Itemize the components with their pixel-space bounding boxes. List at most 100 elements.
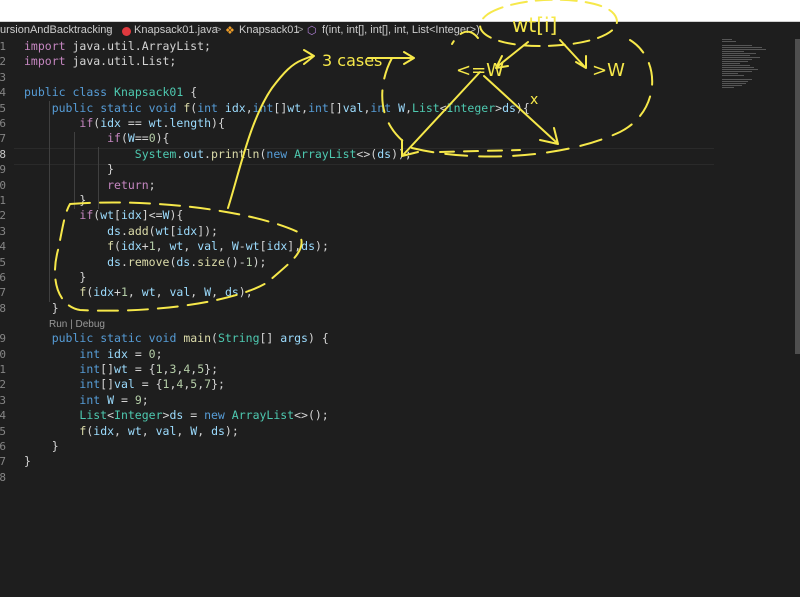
code-line[interactable]: public class Knapsack01 { <box>24 85 197 100</box>
line-number: 3 <box>0 393 6 407</box>
code-token: val <box>197 239 218 254</box>
code-token: , <box>141 423 156 438</box>
code-token: [] <box>259 331 281 346</box>
line-number: 1 <box>0 194 6 207</box>
code-token: String <box>217 331 260 346</box>
code-line[interactable]: f(idx+1, wt, val, W-wt[idx],ds); <box>24 239 329 254</box>
code-line[interactable]: } <box>24 301 59 316</box>
code-token: args <box>280 331 308 346</box>
code-token: wt <box>100 208 115 223</box>
code-token: - <box>238 239 246 254</box>
code-token: ds <box>211 423 225 438</box>
code-line[interactable]: f(idx, wt, val, W, ds); <box>24 423 239 439</box>
code-line[interactable]: if(idx == wt.length){ <box>24 116 224 131</box>
code-token: new <box>266 146 288 161</box>
code-token: ); <box>224 423 239 438</box>
code-line[interactable]: if(W==0){ <box>24 131 169 146</box>
code-token: = <box>183 408 205 423</box>
code-token: )); <box>391 146 412 161</box>
code-line[interactable]: if(wt[idx]<=W){ <box>24 208 183 223</box>
code-token: [ <box>259 239 267 254</box>
code-token: + <box>114 285 121 300</box>
code-line[interactable]: int[]val = {1,4,5,7}; <box>24 377 225 392</box>
code-token: wt <box>114 362 128 376</box>
code-token: 1 <box>120 285 128 300</box>
minimap-line <box>722 71 752 72</box>
line-number: 7 <box>0 132 6 146</box>
code-token: ds <box>107 254 121 269</box>
code-line[interactable]: import java.util.List; <box>24 54 176 69</box>
code-token: [] <box>100 377 115 392</box>
code-line[interactable]: ds.remove(ds.size()-1); <box>24 255 266 270</box>
class-icon: ❖ <box>225 25 235 37</box>
code-token: [] <box>100 362 115 376</box>
line-number: 2 <box>0 209 6 223</box>
breadcrumb-method[interactable]: f(int, int[], int[], int, List<Integer>) <box>322 24 480 36</box>
code-token: , <box>190 285 205 300</box>
minimap-line <box>722 59 752 60</box>
code-token: , <box>183 239 198 254</box>
code-line[interactable]: public static void main(String[] args) { <box>24 331 329 346</box>
code-token: , <box>127 285 142 300</box>
codelens-run-debug[interactable]: Run | Debug <box>49 319 105 330</box>
code-token: ds <box>107 223 121 238</box>
code-token: , <box>405 100 413 115</box>
code-token: System <box>134 146 177 161</box>
code-token: } <box>24 300 59 315</box>
line-number-gutter: 1234567890123456789012345678 <box>0 39 14 597</box>
line-number: 9 <box>0 163 6 177</box>
code-line[interactable]: } <box>24 193 86 208</box>
code-token: public <box>51 100 94 115</box>
code-token: Integer <box>446 100 496 115</box>
code-line[interactable]: ds.add(wt[idx]); <box>24 224 218 239</box>
code-line[interactable]: f(idx+1, wt, val, W, ds); <box>24 285 253 300</box>
code-token: static <box>100 331 142 346</box>
code-token: = <box>127 346 149 361</box>
code-line[interactable]: } <box>24 439 59 454</box>
breadcrumb-folder[interactable]: ursionAndBacktracking <box>0 24 113 36</box>
code-token: static <box>100 100 142 115</box>
breadcrumb-class[interactable]: Knapsack01 <box>239 24 300 36</box>
code-token: ); <box>238 285 253 300</box>
code-token: = { <box>127 362 156 376</box>
code-token: ( <box>148 223 156 238</box>
breadcrumb-file[interactable]: Knapsack01.java <box>134 24 218 36</box>
code-editor[interactable]: 1234567890123456789012345678 import java… <box>0 39 795 597</box>
code-line[interactable]: } <box>24 270 86 285</box>
code-token: , <box>211 285 225 300</box>
minimap-line <box>722 61 748 62</box>
code-token: if <box>107 131 121 146</box>
code-line[interactable]: } <box>24 162 114 177</box>
code-token: val <box>169 285 191 300</box>
code-line[interactable]: int[]wt = {1,3,4,5}; <box>24 362 218 377</box>
code-token: wt <box>148 116 163 130</box>
code-token: val <box>114 377 135 392</box>
code-line[interactable]: List<Integer>ds = new ArrayList<>(); <box>24 408 328 423</box>
code-line[interactable]: int W = 9; <box>24 393 148 408</box>
code-token: }; <box>204 362 219 376</box>
code-token: , <box>155 285 170 300</box>
minimap-line <box>722 83 746 84</box>
code-token: ]<= <box>141 208 163 223</box>
minimap-line <box>722 63 740 64</box>
line-number: 8 <box>0 301 6 315</box>
minimap[interactable] <box>722 39 792 119</box>
code-line[interactable]: public static void f(int idx,int[]wt,int… <box>24 101 530 116</box>
code-line[interactable]: return; <box>24 178 155 193</box>
line-number: 7 <box>0 455 6 469</box>
code-line[interactable]: import java.util.ArrayList; <box>24 39 211 54</box>
code-line[interactable]: } <box>24 454 31 469</box>
code-line[interactable]: System.out.println(new ArrayList<>(ds)); <box>24 147 412 162</box>
code-token: + <box>141 239 149 254</box>
chevron-right-icon: > <box>215 24 222 36</box>
line-number: 6 <box>0 440 6 453</box>
line-number: 2 <box>0 378 6 392</box>
code-line[interactable]: int idx = 0; <box>24 346 163 362</box>
line-number: 4 <box>0 86 6 100</box>
code-token: ; <box>155 346 163 361</box>
chevron-right-icon: > <box>106 24 113 36</box>
scrollbar-thumb[interactable] <box>795 39 800 354</box>
